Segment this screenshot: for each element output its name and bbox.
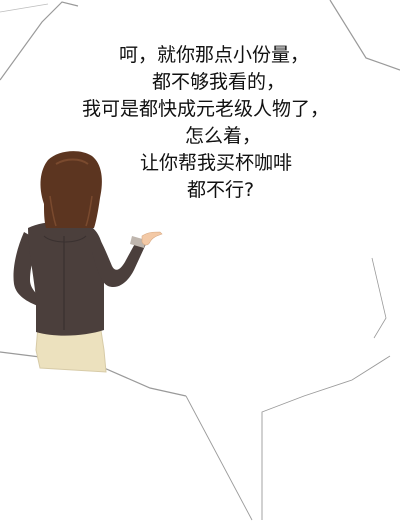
speech-line: 呵，就你那点小份量， [119, 44, 310, 66]
speech-line: 让你帮我买杯咖啡 [140, 152, 293, 174]
speech-line: 都不够我看的， [152, 71, 286, 93]
speech-bubble-text: 呵，就你那点小份量， 都不够我看的， 我可是都快成元老级人物了， 怎么着， 让你… [70, 42, 380, 204]
speech-line: 我可是都快成元老级人物了， [82, 98, 330, 120]
speech-line: 都不行? [187, 179, 255, 201]
speech-line: 怎么着， [185, 125, 262, 147]
pointing-hand [141, 231, 163, 246]
